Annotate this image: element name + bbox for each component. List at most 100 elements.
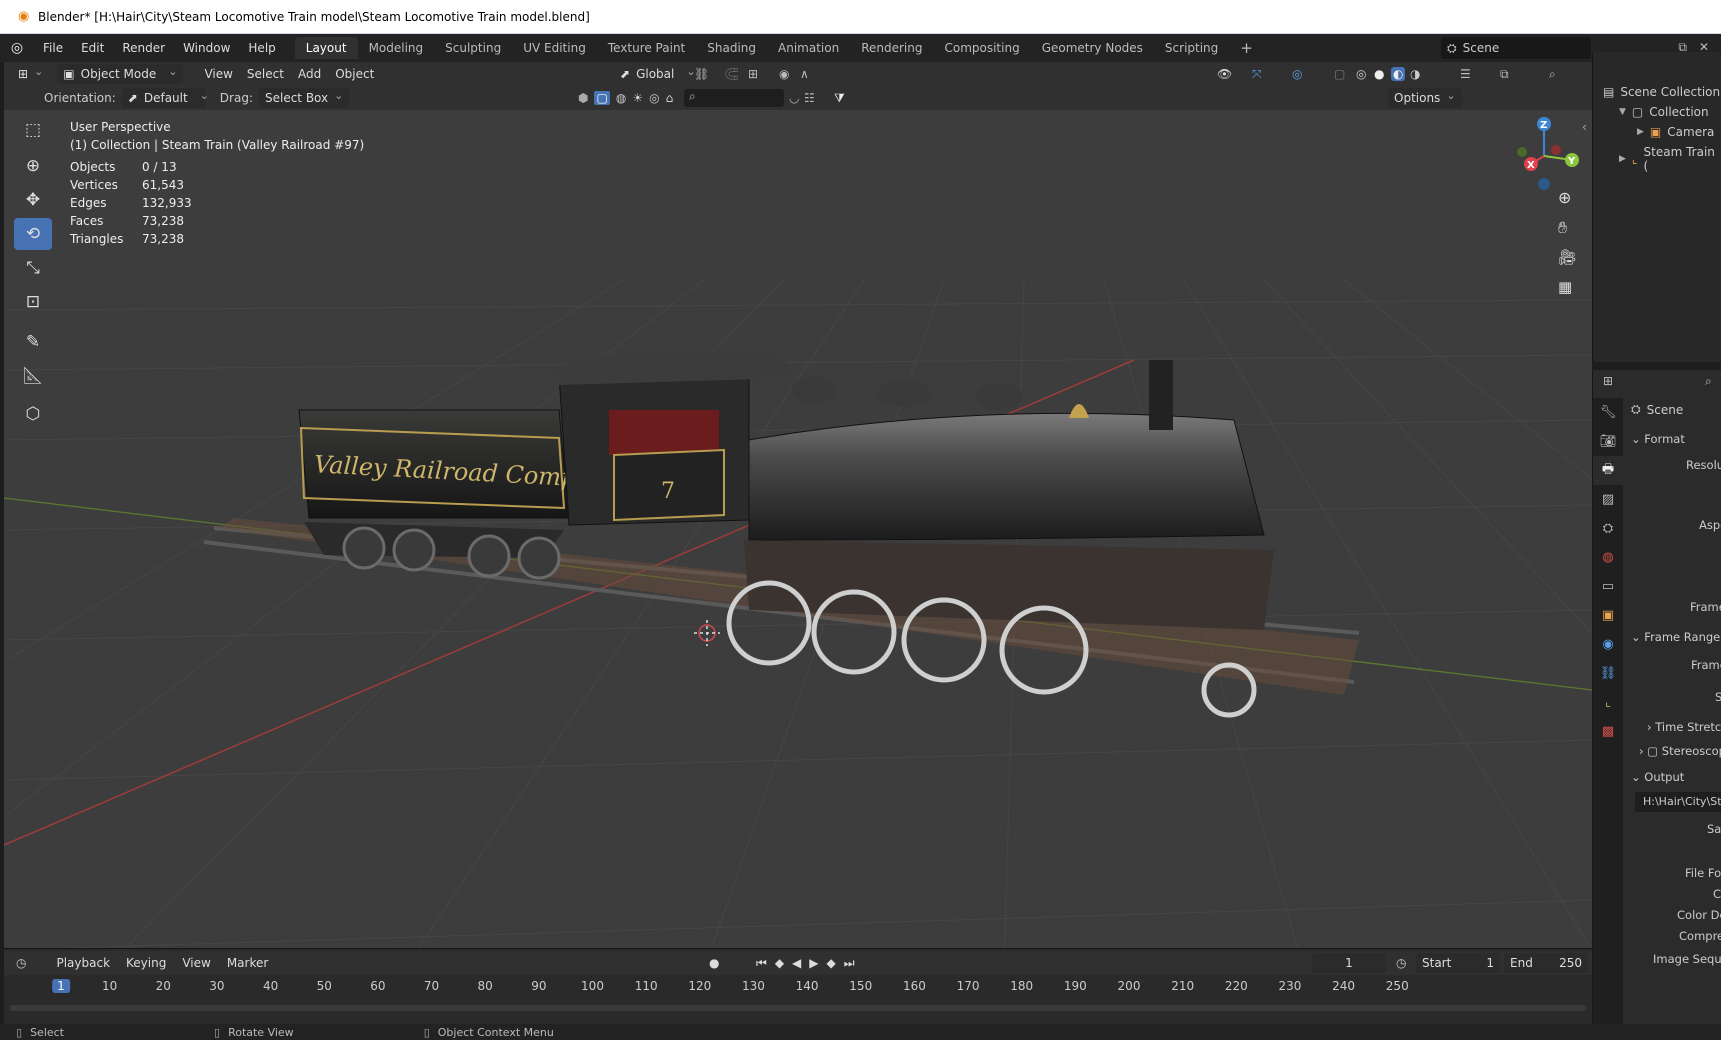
transform-tool[interactable]: ⊡ [14,286,52,318]
overlay-toggle-icon[interactable]: ◎ [1292,67,1302,81]
timeline-editor-icon[interactable]: ◷ [16,956,26,970]
output-path-field[interactable]: H:\Hair\City\Ste [1635,792,1721,812]
menu-window[interactable]: Window [174,41,239,55]
object-filter-icon[interactable]: ▢ [594,91,610,105]
tab-sculpting[interactable]: Sculpting [434,37,512,59]
start-frame-field[interactable]: Start 1 [1416,953,1500,973]
auto-keying-icon[interactable]: ● [709,956,719,970]
outliner-display-icon[interactable]: ☰ [1460,67,1471,81]
shading-wireframe-icon[interactable]: ◎ [1356,67,1366,81]
cursor-tool[interactable]: ⊕ [14,150,52,182]
tab-geometry-nodes[interactable]: Geometry Nodes [1031,37,1154,59]
current-frame-field[interactable]: 1 [1312,953,1386,973]
outliner-item-camera[interactable]: ▶ ▣ Camera [1637,125,1714,139]
outliner-filter-icon[interactable]: ⧉ [1500,67,1509,82]
drag-dropdown[interactable]: Select Box [258,88,350,108]
move-tool[interactable]: ✥ [14,184,52,216]
jump-end-icon[interactable]: ⏭ [844,956,855,971]
sidebar-toggle-icon[interactable]: ‹ [1582,120,1587,134]
visibility-icon[interactable]: 👁︎ [1217,67,1232,81]
play-reverse-icon[interactable]: ◀ [792,956,801,971]
expand-arrow-icon[interactable]: ▶ [1619,154,1626,164]
tab-layout[interactable]: Layout [294,37,358,59]
properties-search-icon[interactable]: ⌕ [1705,374,1712,389]
timeline-scrollbar[interactable] [10,1005,1586,1011]
tab-animation[interactable]: Animation [767,37,850,59]
scene-selector[interactable]: ⛭ Scene [1441,37,1591,59]
shading-rendered-icon[interactable]: ◑ [1410,67,1420,81]
zoom-icon[interactable]: ⊕ [1558,188,1571,207]
collection-tab-icon[interactable]: ▭ [1593,572,1623,601]
end-frame-field[interactable]: End 250 [1504,953,1588,973]
shading-material-icon[interactable]: ◐ [1391,67,1406,81]
render-tab-icon[interactable]: 📷︎ [1593,427,1623,456]
mesh-filter-icon[interactable]: ⬢ [578,91,588,105]
scene-tab-icon[interactable]: ⛭ [1593,514,1623,543]
collapse-icon[interactable]: ◡ [789,91,799,105]
annotate-tool[interactable]: ✎ [14,326,52,358]
tab-modeling[interactable]: Modeling [358,37,435,59]
tab-scripting[interactable]: Scripting [1154,37,1229,59]
menu-timeline-view[interactable]: View [174,956,218,970]
gizmo-toggle-icon[interactable]: ⤧ [1252,67,1262,82]
tab-compositing[interactable]: Compositing [933,37,1030,59]
object-tab-icon[interactable]: ▣ [1593,601,1623,630]
preview-range-icon[interactable]: ◷ [1396,956,1406,970]
menu-select[interactable]: Select [240,67,291,81]
blender-menu-icon[interactable]: ◎ [0,40,34,56]
rotate-tool[interactable]: ⟲ [14,218,52,250]
view-layer-tab-icon[interactable]: ▨ [1593,485,1623,514]
section-stereoscopy[interactable]: › ▢ Stereoscopy [1639,744,1721,758]
transform-orientation-dropdown[interactable]: ⬈ Global [614,64,702,84]
expand-arrow-icon[interactable]: ▼ [1619,107,1626,117]
section-time-stretching[interactable]: › Time Stretc [1647,720,1721,734]
proportional-edit-icon[interactable]: ◉ [779,67,789,81]
editor-type-icon[interactable]: ⊞ [12,64,49,84]
menu-add[interactable]: Add [291,67,328,81]
section-frame-range[interactable]: ⌄ Frame Range [1631,630,1720,644]
menu-playback[interactable]: Playback [48,956,118,970]
pivot-point-icon[interactable]: ⛓ [694,67,709,81]
timeline-ruler[interactable]: 1 10 20 30 40 50 60 70 80 90 100 110 120 130 140 150 160… [4,977,1592,997]
perspective-toggle-icon[interactable]: ▦ [1558,278,1572,296]
menu-help[interactable]: Help [239,41,284,55]
select-box-tool[interactable]: ⬚ [14,114,52,146]
outliner-item-collection[interactable]: ▼ ▢ Collection [1619,105,1709,119]
snap-target-icon[interactable]: ⊞ [748,67,758,81]
menu-file[interactable]: File [34,41,72,55]
light-filter-icon[interactable]: ☀ [632,91,643,105]
prev-keyframe-icon[interactable]: ◆ [775,956,784,971]
physics-tab-icon[interactable]: ◉ [1593,630,1623,659]
jump-start-icon[interactable]: ⏮ [756,956,767,971]
camera-view-icon[interactable]: 🎥︎ [1558,248,1577,266]
xray-icon[interactable]: ▢ [1334,67,1345,81]
add-cube-tool[interactable]: ⬡ [14,398,52,430]
orientation-dropdown[interactable]: ⬈ Default [121,88,206,108]
camera-filter-icon[interactable]: ⌂ [666,91,674,105]
options-button[interactable]: Options [1388,88,1462,108]
output-tab-icon[interactable]: 🖶 [1593,456,1623,485]
measure-tool[interactable]: 📐︎ [14,360,52,392]
menu-marker[interactable]: Marker [219,956,276,970]
funnel-filter-icon[interactable]: ⧩ [834,91,845,106]
hierarchy-icon[interactable]: ☷ [804,91,815,105]
outliner-search-icon[interactable]: ⌕ [1549,67,1556,82]
constraints-tab-icon[interactable]: ⛓ [1593,659,1623,688]
tab-rendering[interactable]: Rendering [850,37,933,59]
menu-render[interactable]: Render [113,41,174,55]
section-format[interactable]: ⌄ Format [1631,432,1685,446]
world-filter-icon[interactable]: ◎ [649,91,659,105]
pan-hand-icon[interactable]: ✋︎ [1558,218,1567,238]
world-tab-icon[interactable]: ◍ [1593,543,1623,572]
expand-arrow-icon[interactable]: ▶ [1637,127,1644,137]
tool-tab-icon[interactable]: 🔧︎ [1593,398,1623,427]
next-keyframe-icon[interactable]: ◆ [827,956,836,971]
menu-edit[interactable]: Edit [72,41,113,55]
snap-icon[interactable]: 🧲︎ [724,67,739,81]
menu-object[interactable]: Object [328,67,381,81]
shading-solid-icon[interactable]: ● [1374,67,1384,81]
material-filter-icon[interactable]: ◍ [616,91,626,105]
3d-viewport[interactable]: Valley Railroad Company 7 ⬚ ⊕ ✥ ⟲ ⤡ ⊡ ✎ … [4,110,1592,948]
play-icon[interactable]: ▶ [809,956,818,971]
viewport-search-input[interactable]: ⌕ [684,89,784,107]
